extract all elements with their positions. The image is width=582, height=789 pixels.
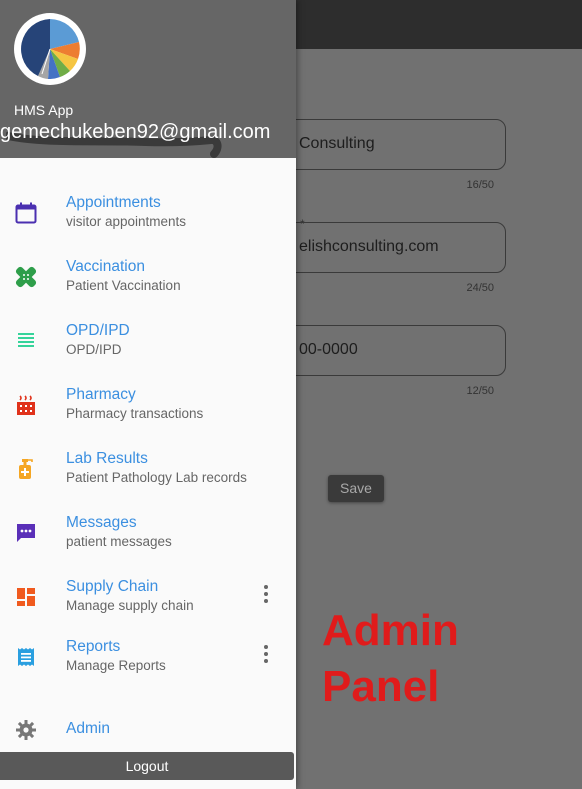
calendar-icon bbox=[15, 202, 37, 224]
user-email: gemechukeben92@gmail.com bbox=[0, 121, 271, 143]
menu-item-title: Appointments bbox=[66, 194, 161, 211]
menu-item-appointments[interactable]: Appointments visitor appointments bbox=[0, 194, 296, 250]
admin-panel-line2: Panel bbox=[322, 662, 440, 711]
website-counter: 24/50 bbox=[466, 282, 494, 294]
website-value: elishconsulting.com bbox=[299, 238, 439, 255]
gear-icon bbox=[16, 720, 36, 740]
pharmacy-icon bbox=[17, 395, 35, 415]
menu-item-title: Admin bbox=[66, 720, 110, 737]
menu-item-title: Supply Chain bbox=[66, 578, 159, 595]
phone-value: 00-0000 bbox=[299, 341, 358, 358]
message-icon bbox=[17, 524, 35, 542]
menu-item-opd-ipd[interactable]: OPD/IPD OPD/IPD bbox=[0, 322, 296, 378]
avatar[interactable] bbox=[14, 13, 86, 85]
menu-item-messages[interactable]: Messages patient messages bbox=[0, 514, 296, 570]
menu-item-title: Messages bbox=[66, 514, 137, 531]
menu-item-title: Vaccination bbox=[66, 258, 145, 275]
menu-item-subtitle: OPD/IPD bbox=[66, 342, 122, 357]
menu-item-title: Lab Results bbox=[66, 450, 148, 467]
menu-item-subtitle: visitor appointments bbox=[66, 214, 187, 229]
menu-item-lab-results[interactable]: Lab Results Patient Pathology Lab record… bbox=[0, 450, 296, 506]
sanitizer-icon bbox=[19, 459, 33, 479]
menu-item-subtitle: patient messages bbox=[66, 534, 172, 549]
app-name: HMS App bbox=[14, 102, 74, 118]
menu-item-title: Pharmacy bbox=[66, 386, 136, 403]
company-name-value: Consulting bbox=[299, 135, 375, 152]
pie-chart-logo bbox=[21, 19, 80, 79]
menu-item-subtitle: Manage Reports bbox=[66, 658, 166, 673]
menu-item-vaccination[interactable]: Vaccination Patient Vaccination bbox=[0, 258, 296, 314]
list-lines-icon bbox=[18, 333, 34, 347]
menu-item-supply-chain[interactable]: Supply Chain Manage supply chain bbox=[0, 578, 296, 634]
phone-counter: 12/50 bbox=[466, 385, 494, 397]
menu-item-title: OPD/IPD bbox=[66, 322, 130, 339]
menu-item-subtitle: Patient Vaccination bbox=[66, 278, 181, 293]
logout-button[interactable]: Logout bbox=[0, 752, 294, 780]
admin-panel-caption: Admin Panel bbox=[322, 603, 459, 715]
dashboard-icon bbox=[17, 588, 35, 606]
menu-item-pharmacy[interactable]: Pharmacy Pharmacy transactions bbox=[0, 386, 296, 442]
menu-item-subtitle: Pharmacy transactions bbox=[66, 406, 204, 421]
navigation-drawer: HMS App gemechukeben92@gmail.com Appoint… bbox=[0, 0, 296, 789]
menu-item-title: Reports bbox=[66, 638, 121, 655]
bandage-icon bbox=[15, 266, 37, 288]
receipt-icon bbox=[18, 648, 34, 666]
menu-item-reports[interactable]: Reports Manage Reports bbox=[0, 638, 296, 694]
more-vert-icon[interactable] bbox=[260, 644, 272, 664]
more-vert-icon[interactable] bbox=[260, 584, 272, 604]
menu-item-subtitle: Patient Pathology Lab records bbox=[66, 470, 247, 485]
admin-panel-line1: Admin bbox=[322, 606, 459, 655]
drawer-header: HMS App gemechukeben92@gmail.com bbox=[0, 0, 296, 158]
save-button[interactable]: Save bbox=[328, 475, 384, 502]
menu-item-subtitle: Manage supply chain bbox=[66, 598, 194, 613]
company-name-counter: 16/50 bbox=[466, 179, 494, 191]
